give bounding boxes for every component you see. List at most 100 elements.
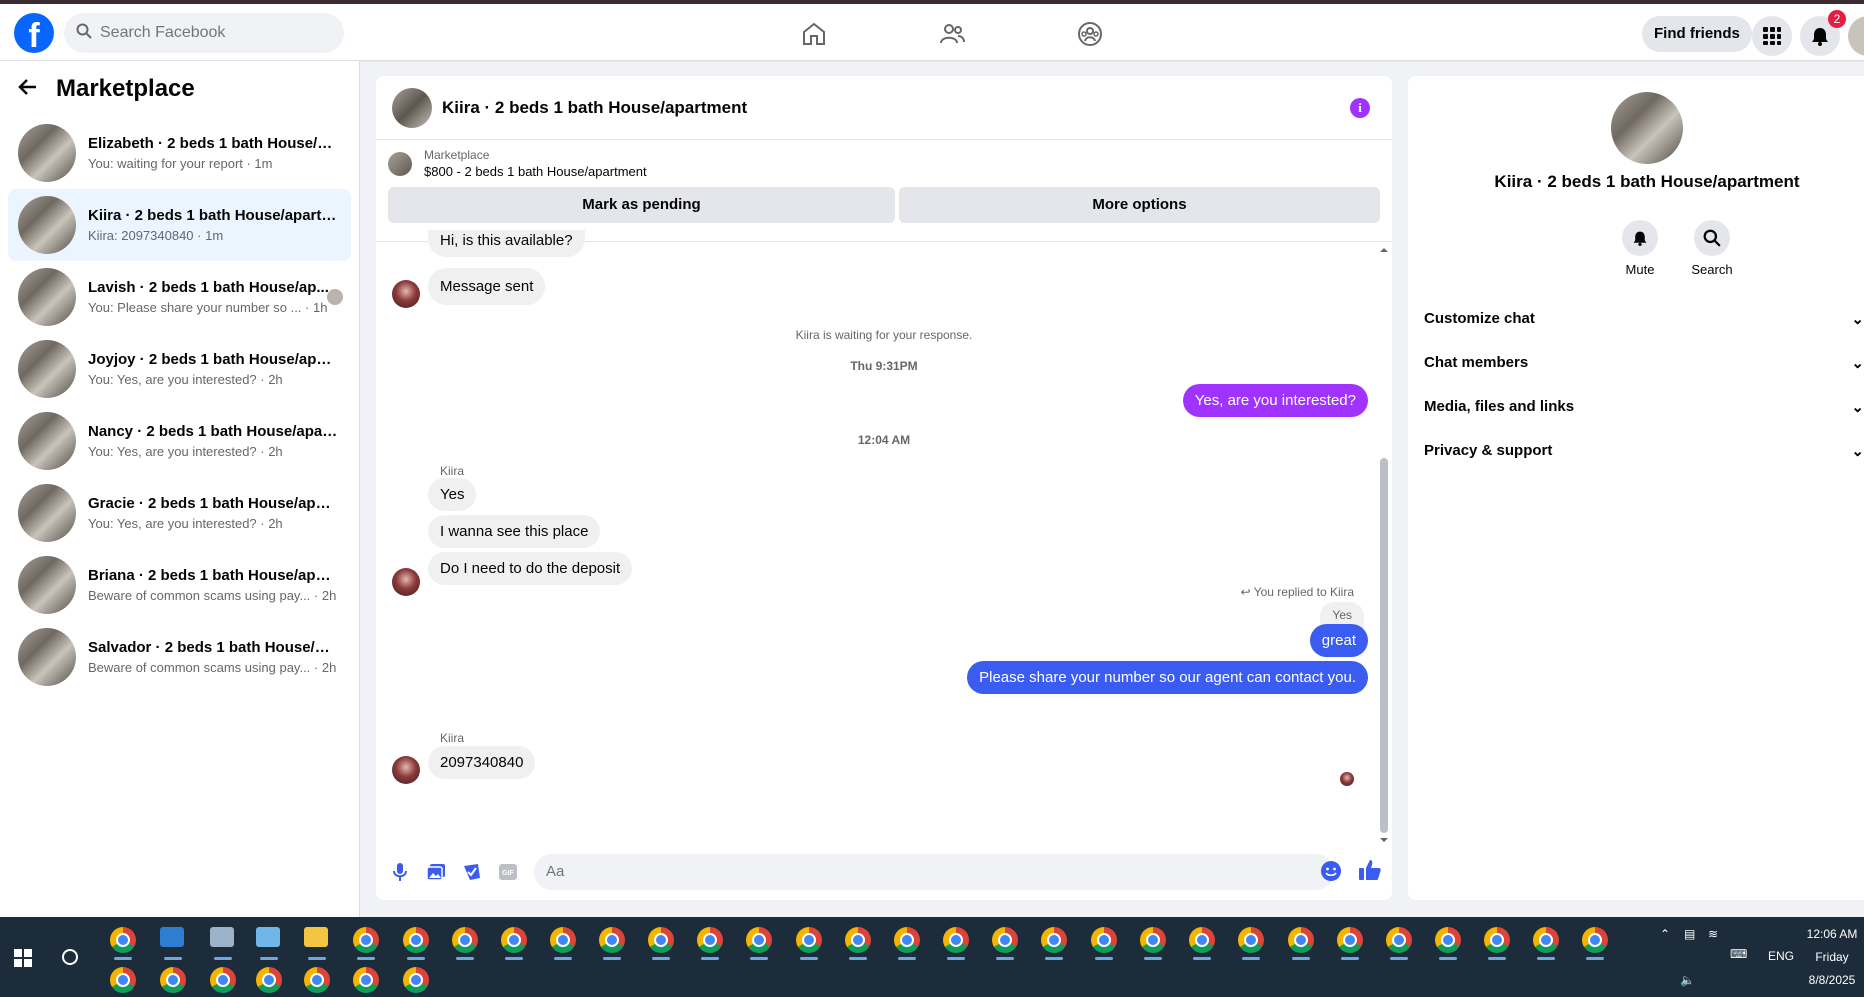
conversation-item[interactable]: Joyjoy · 2 beds 1 bath House/apart... You… — [8, 333, 351, 405]
gif-icon[interactable]: GIF — [496, 860, 520, 884]
chrome-app-icon[interactable] — [943, 927, 969, 953]
keyboard-icon[interactable]: ⌨ — [1730, 947, 1747, 961]
chrome-app-icon[interactable] — [110, 927, 136, 953]
seen-avatar — [1340, 772, 1354, 786]
listing-price[interactable]: $800 - 2 beds 1 bath House/apartment — [424, 164, 647, 179]
chrome-app-icon[interactable] — [353, 967, 379, 993]
volume-icon[interactable]: 🔈 — [1680, 973, 1695, 987]
mute-button[interactable]: Mute — [1610, 220, 1670, 277]
microphone-icon[interactable] — [388, 860, 412, 884]
conversation-item-active[interactable]: Kiira · 2 beds 1 bath House/apartm... Kii… — [8, 189, 351, 261]
home-icon[interactable] — [800, 20, 828, 48]
customize-chat-section[interactable]: Customize chat ⌄ — [1424, 310, 1864, 328]
groups-icon[interactable] — [1076, 20, 1104, 48]
taskbar-running-indicator — [407, 957, 425, 960]
back-arrow-icon[interactable] — [18, 77, 38, 102]
chrome-app-icon[interactable] — [599, 927, 625, 953]
chrome-app-icon[interactable] — [648, 927, 674, 953]
chrome-app-icon[interactable] — [992, 927, 1018, 953]
conversation-preview: Kiira: 2097340840 · 1m — [88, 228, 224, 243]
message-scrollbar[interactable] — [1380, 246, 1388, 842]
chrome-app-icon[interactable] — [1582, 927, 1608, 953]
conversation-title: Kiira · 2 beds 1 bath House/apartm... — [88, 207, 338, 224]
conversation-item[interactable]: Briana · 2 beds 1 bath House/apart... Bew… — [8, 549, 351, 621]
taskbar-running-indicator — [1242, 957, 1260, 960]
chat-avatar[interactable] — [392, 87, 432, 128]
photos-app-icon[interactable] — [210, 927, 234, 947]
friends-icon[interactable] — [938, 20, 966, 48]
chrome-app-icon[interactable] — [1435, 927, 1461, 953]
chrome-app-icon[interactable] — [160, 967, 186, 993]
folder-app-icon[interactable] — [304, 927, 328, 947]
listing-thumbnail — [18, 628, 76, 686]
chat-members-section[interactable]: Chat members ⌄ — [1424, 354, 1864, 372]
scroll-thumb[interactable] — [1380, 458, 1388, 833]
chrome-app-icon[interactable] — [1337, 927, 1363, 953]
facebook-logo[interactable]: f — [14, 13, 54, 53]
chrome-app-icon[interactable] — [501, 927, 527, 953]
chrome-app-icon[interactable] — [1091, 927, 1117, 953]
sticker-icon[interactable] — [460, 860, 484, 884]
photo-icon[interactable] — [424, 860, 448, 884]
chrome-app-icon[interactable] — [550, 927, 576, 953]
emoji-icon[interactable] — [1320, 860, 1342, 887]
chrome-app-icon[interactable] — [1288, 927, 1314, 953]
profile-avatar[interactable] — [1848, 16, 1864, 56]
search-circle-icon[interactable] — [62, 949, 78, 965]
keyboard-app-icon[interactable] — [160, 927, 184, 947]
more-options-button[interactable]: More options — [898, 187, 1380, 223]
chrome-app-icon[interactable] — [1533, 927, 1559, 953]
info-icon[interactable]: i — [1350, 98, 1370, 118]
chrome-app-icon[interactable] — [403, 927, 429, 953]
chrome-app-icon[interactable] — [1386, 927, 1412, 953]
mark-as-pending-button[interactable]: Mark as pending — [388, 187, 895, 223]
chrome-app-icon[interactable] — [1189, 927, 1215, 953]
notifications-button[interactable]: 2 — [1800, 10, 1846, 56]
mute-label: Mute — [1625, 262, 1655, 277]
sender-name: Kiira — [440, 731, 465, 745]
meet-icon[interactable]: ▤ — [1684, 927, 1695, 941]
search-input[interactable] — [100, 24, 320, 42]
taskbar-running-indicator — [260, 957, 278, 960]
find-friends-button[interactable]: Find friends — [1642, 16, 1752, 52]
message-input[interactable] — [534, 854, 1334, 890]
conversation-item[interactable]: Gracie · 2 beds 1 bath House/apart... You… — [8, 477, 351, 549]
chrome-app-icon[interactable] — [304, 967, 330, 993]
wifi-icon[interactable]: ≋ — [1708, 927, 1718, 941]
chrome-app-icon[interactable] — [1484, 927, 1510, 953]
conversation-item[interactable]: Salvador · 2 beds 1 bath House/ap... Bewa… — [8, 621, 351, 693]
conversation-item[interactable]: Nancy · 2 beds 1 bath House/apart... You:… — [8, 405, 351, 477]
chrome-app-icon[interactable] — [1140, 927, 1166, 953]
privacy-support-section[interactable]: Privacy & support ⌄ — [1424, 442, 1864, 460]
conversation-item[interactable]: Elizabeth · 2 beds 1 bath House/ap... You… — [8, 117, 351, 189]
search-box[interactable] — [64, 13, 344, 53]
taskbar-running-indicator — [114, 957, 132, 960]
thumbs-up-icon[interactable] — [1358, 858, 1382, 887]
listing-thumbnail — [388, 151, 412, 176]
chrome-app-icon[interactable] — [697, 927, 723, 953]
chat-title[interactable]: Kiira · 2 beds 1 bath House/apartment — [442, 98, 747, 118]
chrome-app-icon[interactable] — [1041, 927, 1067, 953]
conversation-preview: You: waiting for your report · 1m — [88, 156, 273, 171]
chrome-app-icon[interactable] — [1238, 927, 1264, 953]
clock-time[interactable]: 12:06 AM — [1804, 927, 1860, 941]
chrome-app-icon[interactable] — [452, 927, 478, 953]
chrome-app-icon[interactable] — [746, 927, 772, 953]
chrome-app-icon[interactable] — [256, 967, 282, 993]
chevron-down-icon: ⌄ — [1851, 311, 1864, 328]
chrome-app-icon[interactable] — [403, 967, 429, 993]
chrome-app-icon[interactable] — [845, 927, 871, 953]
media-files-links-section[interactable]: Media, files and links ⌄ — [1424, 398, 1864, 416]
chevron-up-icon[interactable]: ⌃ — [1660, 927, 1670, 941]
chrome-app-icon[interactable] — [210, 967, 236, 993]
windows-start-icon[interactable] — [14, 949, 32, 972]
chrome-app-icon[interactable] — [796, 927, 822, 953]
language-indicator[interactable]: ENG — [1768, 949, 1794, 963]
notepad-app-icon[interactable] — [256, 927, 280, 947]
chrome-app-icon[interactable] — [110, 967, 136, 993]
conversation-item[interactable]: Lavish · 2 beds 1 bath House/ap... You: P… — [8, 261, 351, 333]
chrome-app-icon[interactable] — [353, 927, 379, 953]
search-in-chat-button[interactable]: Search — [1682, 220, 1742, 277]
chrome-app-icon[interactable] — [894, 927, 920, 953]
menu-grid-button[interactable] — [1752, 16, 1792, 56]
